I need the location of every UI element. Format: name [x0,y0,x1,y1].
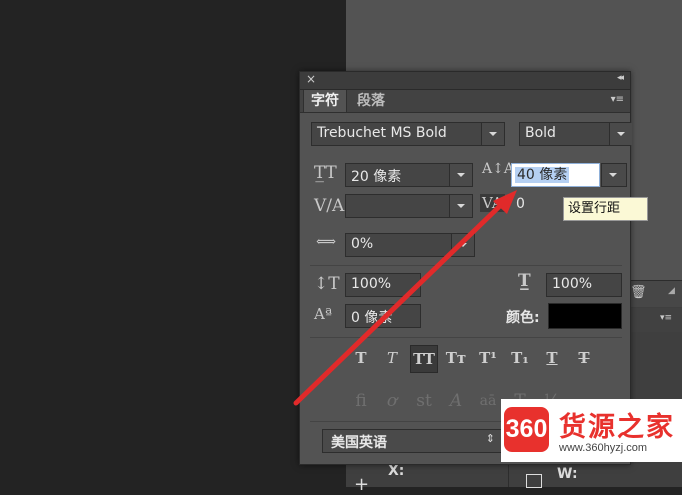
watermark-logo: 360 [504,407,549,452]
watermark-url: www.360hyzj.com [559,442,648,454]
watermark-brand: 货源之家 [559,412,675,443]
watermark: 360 货源之家 www.360hyzj.com [501,399,682,462]
